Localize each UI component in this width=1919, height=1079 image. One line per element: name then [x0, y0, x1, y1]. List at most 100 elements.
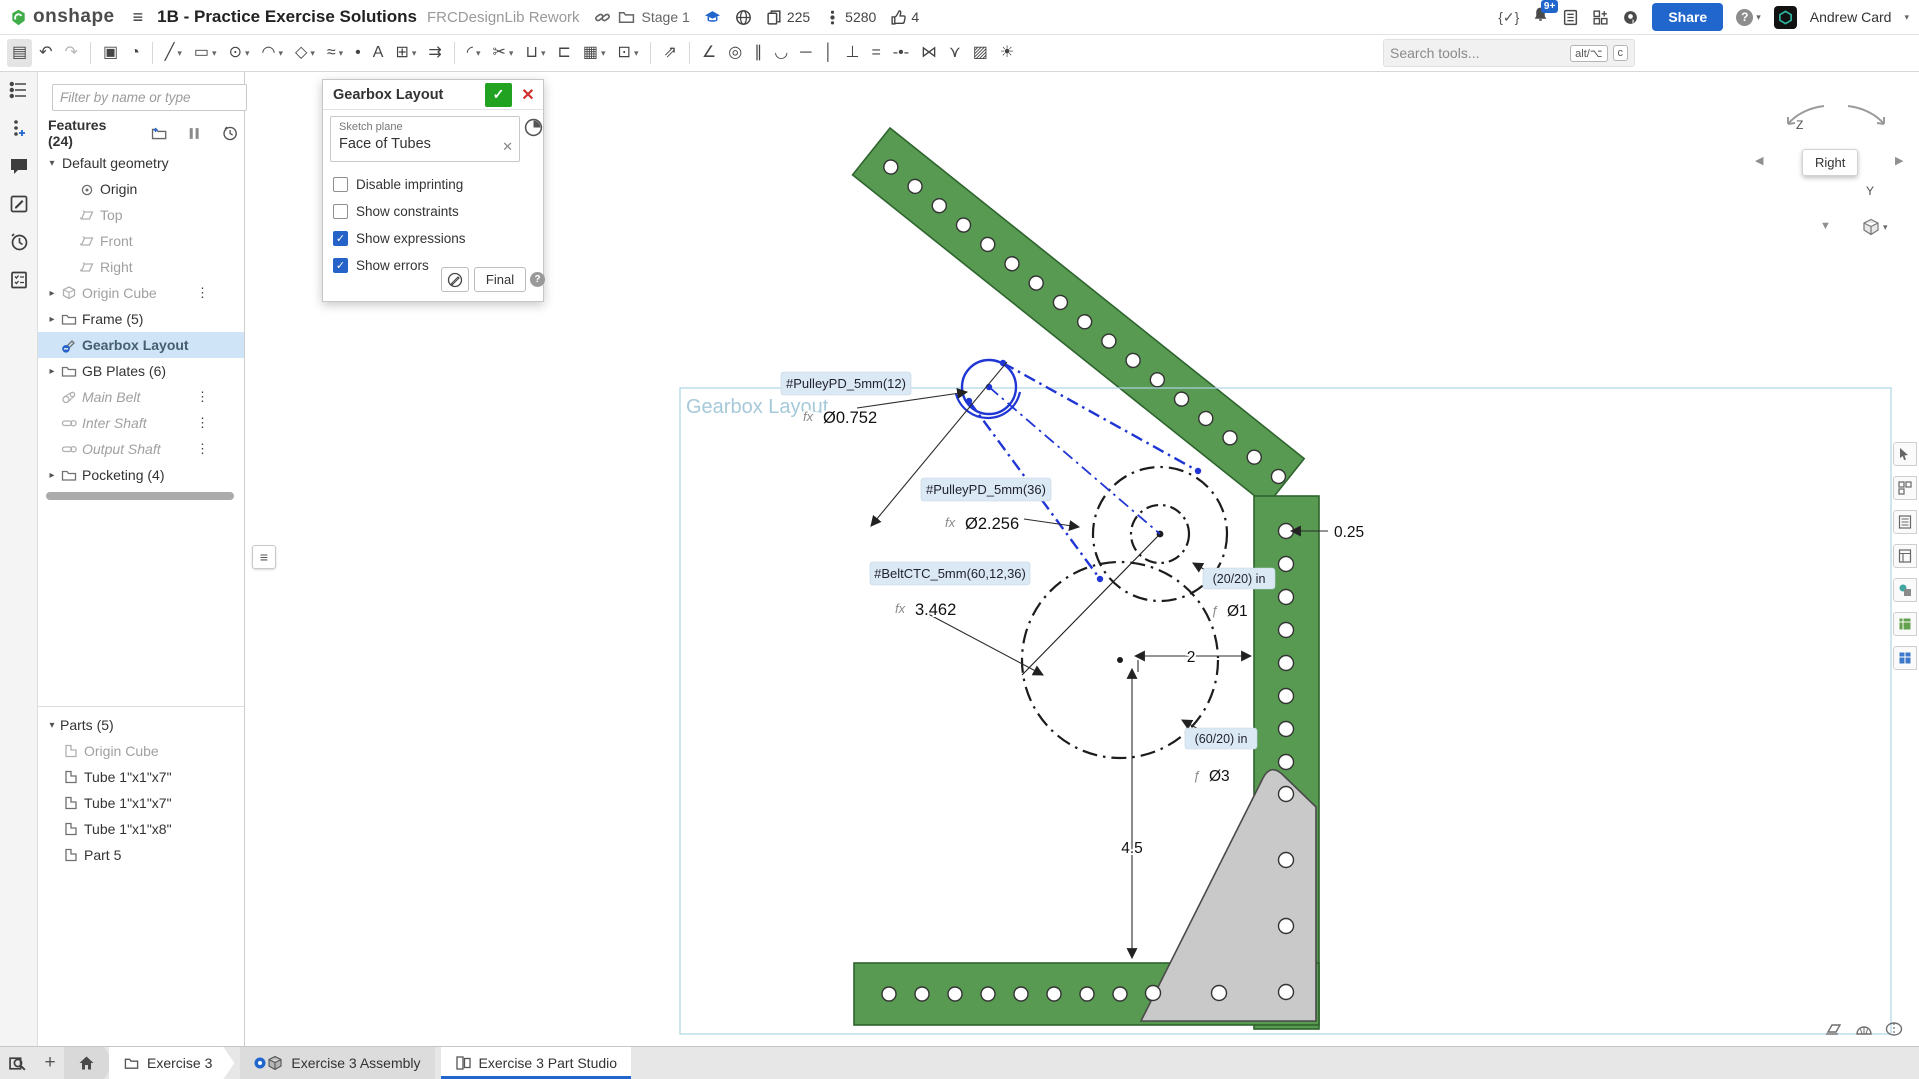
coincident-constraint-icon[interactable]: ∠ [697, 39, 721, 67]
checkbox-disable-imprinting[interactable]: Disable imprinting [333, 177, 463, 192]
circle-tool-icon[interactable]: ⊙▾ [224, 39, 255, 67]
sketch-plane-field[interactable]: Sketch plane Face of Tubes ✕ [330, 116, 520, 162]
parts-section-header[interactable]: ▾ Parts (5) [44, 712, 114, 738]
dim-025-value[interactable]: 0.25 [1334, 524, 1364, 541]
feature-tree-row[interactable]: Inter Shaft⋮ [38, 410, 244, 436]
symmetric-constraint-icon[interactable]: ⋈ [916, 39, 942, 67]
education-stat[interactable] [704, 9, 721, 26]
history-icon[interactable] [9, 232, 29, 252]
feature-state-dots-icon[interactable]: ⋮ [196, 285, 209, 301]
copies-stat[interactable]: 225 [766, 9, 810, 26]
normal-constraint-icon[interactable]: ⋎ [944, 39, 966, 67]
home-tab[interactable] [64, 1047, 115, 1079]
dim-2-value[interactable]: 2 [1187, 649, 1196, 666]
feature-tree-row[interactable]: ▾Default geometry [38, 150, 244, 176]
checkbox-icon[interactable] [333, 177, 348, 192]
equal-constraint-icon[interactable]: = [866, 39, 885, 67]
sketch-feature-list-icon[interactable]: ▤ [7, 39, 32, 67]
feature-tree-row[interactable]: Front [38, 228, 244, 254]
diagonal-construction-line[interactable] [1022, 534, 1160, 675]
user-menu-caret-icon[interactable]: ▾ [1904, 12, 1909, 23]
fix-constraint-icon[interactable]: ▨ [968, 39, 993, 67]
chevron-right-icon[interactable]: ▸ [44, 366, 60, 377]
ctc-value[interactable]: 3.462 [915, 601, 956, 619]
help-menu[interactable]: ?▾ [1736, 9, 1761, 26]
checkbox-show-constraints[interactable]: Show constraints [333, 204, 459, 219]
dia3-value[interactable]: Ø3 [1209, 768, 1230, 785]
gear3-center-point[interactable] [1117, 657, 1123, 663]
part-list-item[interactable]: Tube 1"x1"x8" [38, 816, 244, 842]
redo-icon[interactable]: ↷ [60, 39, 83, 67]
tangent-constraint-icon[interactable]: ◡ [769, 39, 793, 67]
likes-stat[interactable]: 4 [890, 9, 919, 26]
view-menu-button[interactable]: ▾ [1862, 218, 1888, 236]
learning-center-icon[interactable] [1622, 9, 1639, 26]
text-tool-icon[interactable]: A [368, 39, 389, 67]
feature-tree-row[interactable]: Output Shaft⋮ [38, 436, 244, 462]
arc-tool-icon[interactable]: ◠▾ [257, 39, 289, 67]
sketch-state-button[interactable] [441, 267, 469, 292]
spline-tool-icon[interactable]: ≈▾ [322, 39, 348, 67]
import-dxf-dwg-icon[interactable]: ⊡▾ [613, 39, 644, 67]
fillet-tool-icon[interactable]: ◜▾ [462, 39, 486, 67]
chevron-right-icon[interactable]: ▸ [44, 470, 60, 481]
share-button[interactable]: Share [1652, 3, 1723, 31]
checkbox-icon[interactable] [333, 204, 348, 219]
feature-tree-row[interactable]: ▸Frame (5) [38, 306, 244, 332]
search-tools-box[interactable]: Search tools... alt/⌥ c [1383, 39, 1635, 67]
pattern-tool-icon[interactable]: ▦▾ [578, 39, 611, 67]
document-tab-exercise-3-part-studio[interactable]: Exercise 3 Part Studio [441, 1047, 632, 1079]
concentric-constraint-icon[interactable]: ◎ [723, 39, 747, 67]
part-list-item[interactable]: Tube 1"x1"x7" [38, 764, 244, 790]
belt-expression-chip[interactable]: #BeltCTC_5mm(60,12,36) [874, 566, 1026, 581]
part-list-item[interactable]: Origin Cube [38, 738, 244, 764]
link-icon[interactable] [594, 9, 611, 26]
point-tool-icon[interactable]: • [350, 39, 366, 67]
part-list-item[interactable]: Part 5 [38, 842, 244, 868]
pulley36-expression-chip[interactable]: #PulleyPD_5mm(36) [926, 482, 1046, 497]
featurescript-icon[interactable]: {✓} [1498, 9, 1519, 26]
feature-tree-row[interactable]: Gearbox Layout [38, 332, 244, 358]
public-stat[interactable] [735, 9, 752, 26]
dia36-value[interactable]: Ø2.256 [965, 515, 1019, 533]
pulley12-expression-chip[interactable]: #PulleyPD_5mm(12) [786, 376, 906, 391]
feature-tree-scrollbar[interactable] [46, 492, 234, 500]
gusset-plate[interactable] [1141, 770, 1316, 1021]
onshape-logo-icon[interactable] [10, 9, 27, 26]
custom-tables-icon[interactable] [9, 270, 29, 290]
feature-state-dots-icon[interactable]: ⋮ [196, 389, 209, 405]
document-tab-exercise-3[interactable]: Exercise 3 [109, 1047, 234, 1079]
main-menu-button[interactable]: ≡ [133, 7, 144, 28]
offset-tool-icon[interactable]: ⇉ [423, 39, 446, 67]
shaded-view-icon[interactable] [1855, 1022, 1873, 1040]
undo-icon[interactable]: ↶ [34, 39, 57, 67]
dialog-help-icon[interactable]: ? [530, 272, 545, 287]
vertical-constraint-icon[interactable]: │ [819, 39, 839, 67]
rotate-down-arrow-icon[interactable]: ▼ [1820, 220, 1831, 232]
tables-panel-icon[interactable] [1893, 646, 1917, 670]
document-tab-exercise-3-assembly[interactable]: Exercise 3 Assembly [240, 1047, 434, 1079]
accept-button[interactable]: ✓ [485, 83, 512, 107]
perpendicular-constraint-icon[interactable]: ⊥ [841, 39, 865, 67]
belt-center-line[interactable] [989, 387, 1160, 534]
mirror-tool-icon[interactable]: ⊞▾ [390, 39, 421, 67]
add-tab-button[interactable]: + [36, 1047, 64, 1079]
tab-search-button[interactable] [0, 1047, 36, 1079]
clear-selection-icon[interactable]: ✕ [502, 139, 513, 155]
feature-panel-toggle-button[interactable]: ≡ [252, 545, 276, 569]
part-list-item[interactable]: Tube 1"x1"x7" [38, 790, 244, 816]
ratio20-chip[interactable]: (20/20) in [1213, 572, 1266, 586]
line-tool-icon[interactable]: ╱▾ [160, 39, 187, 67]
variables-icon[interactable] [9, 118, 29, 138]
horizontal-constraint-icon[interactable]: ─ [795, 39, 816, 67]
rectangle-tool-icon[interactable]: ▭▾ [189, 39, 222, 67]
checkbox-icon[interactable]: ✓ [333, 231, 348, 246]
midpoint-constraint-icon[interactable]: -•- [888, 39, 914, 67]
rotate-left-arrow-icon[interactable]: ◀ [1755, 154, 1763, 167]
feature-state-dots-icon[interactable]: ⋮ [196, 415, 209, 431]
feature-tree-row[interactable]: ▸GB Plates (6) [38, 358, 244, 384]
trim-tool-icon[interactable]: ✂▾ [488, 39, 519, 67]
avatar[interactable] [1774, 6, 1797, 29]
dia12-value[interactable]: Ø0.752 [823, 409, 877, 427]
selection-panel-icon[interactable] [1893, 442, 1917, 466]
